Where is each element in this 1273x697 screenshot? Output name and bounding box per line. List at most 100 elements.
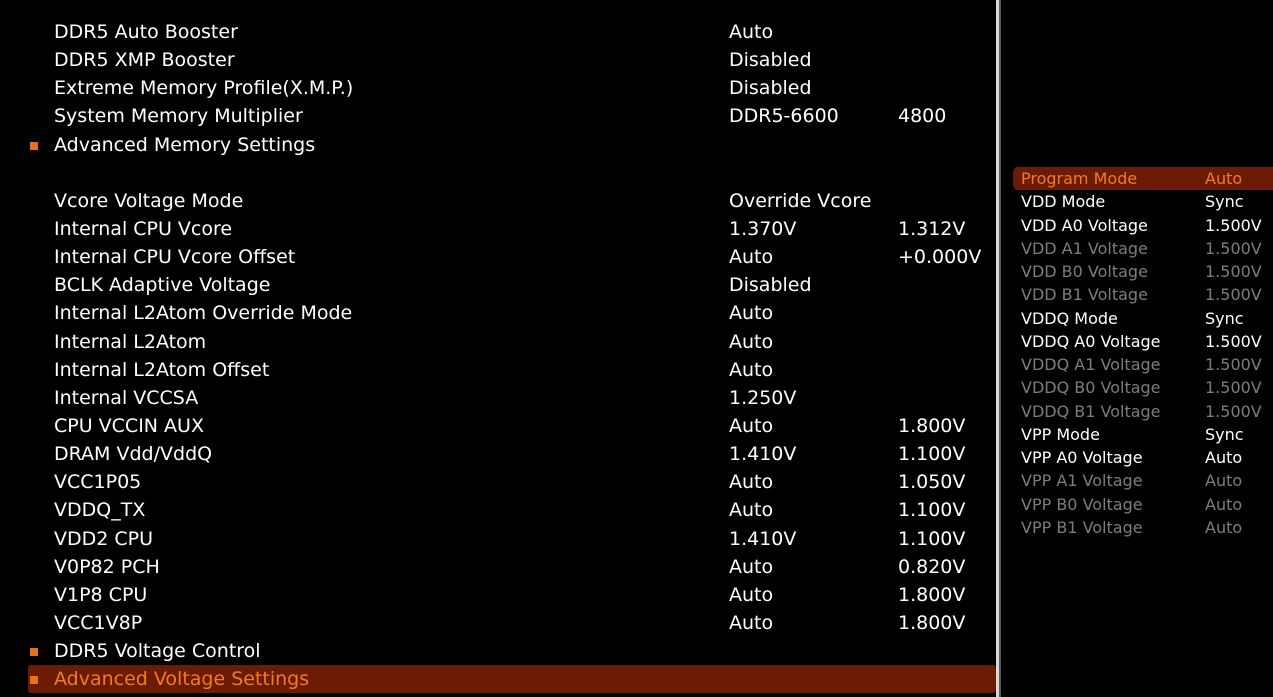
setting-current-reading: 1.100V (898, 499, 966, 522)
help-row-program-mode: Program Mode Auto (1013, 167, 1273, 191)
help-row-vdd-a1-voltage: VDD A1 Voltage 1.500V (1013, 237, 1273, 260)
setting-value[interactable]: Auto (729, 496, 773, 524)
setting-value[interactable]: Disabled (729, 271, 812, 299)
settings-list: DDR5 Auto Booster Auto DDR5 XMP Booster Dis… (0, 18, 996, 694)
setting-label: VDD2 CPU (54, 527, 154, 550)
setting-current-reading: +0.000V (898, 246, 982, 269)
panel-divider-shadow (999, 0, 1001, 697)
help-value: Sync (1205, 308, 1244, 328)
setting-row-ddr5-xmp-booster[interactable]: DDR5 XMP Booster Disabled (0, 46, 996, 74)
help-value: 1.500V (1205, 285, 1262, 305)
setting-label: DDR5 Voltage Control (54, 640, 261, 663)
submenu-ddr5-voltage-control[interactable]: DDR5 Voltage Control (0, 637, 996, 665)
setting-row-vcc1p05[interactable]: VCC1P05 Auto 1.050V (0, 468, 996, 496)
setting-value[interactable]: 1.370V (729, 215, 796, 243)
help-row-vdd-b1-voltage: VDD B1 Voltage 1.500V (1013, 283, 1273, 306)
help-label: VDDQ B0 Voltage (1021, 378, 1161, 398)
setting-label: DRAM Vdd/VddQ (54, 443, 213, 466)
setting-label: Extreme Memory Profile(X.M.P.) (54, 77, 354, 100)
help-value: 1.500V (1205, 262, 1262, 281)
setting-row-v0p82-pch[interactable]: V0P82 PCH Auto 0.820V (0, 553, 996, 581)
help-row-vpp-mode: VPP Mode Sync (1013, 423, 1273, 446)
help-value: Auto (1205, 169, 1243, 188)
setting-value[interactable]: 1.410V (729, 440, 796, 468)
setting-label: V1P8 CPU (54, 583, 148, 606)
setting-current-reading: 1.800V (898, 414, 966, 437)
help-row-vdd-mode: VDD Mode Sync (1013, 190, 1273, 213)
setting-current-reading: 0.820V (898, 555, 966, 578)
help-value: 1.500V (1205, 355, 1262, 374)
setting-value[interactable]: 1.250V (729, 384, 796, 412)
submenu-advanced-memory-settings[interactable]: Advanced Memory Settings (0, 131, 996, 159)
submenu-bullet-icon (30, 648, 38, 657)
setting-row-internal-l2atom-override-mode[interactable]: Internal L2Atom Override Mode Auto (0, 299, 996, 327)
setting-row-vdd2-cpu[interactable]: VDD2 CPU 1.410V 1.100V (0, 525, 996, 553)
setting-label: VDDQ_TX (54, 499, 146, 522)
help-row-vpp-b0-voltage: VPP B0 Voltage Auto (1013, 493, 1273, 516)
setting-row-vddq-tx[interactable]: VDDQ_TX Auto 1.100V (0, 496, 996, 524)
help-label: VPP B0 Voltage (1021, 494, 1143, 514)
help-row-vddq-b1-voltage: VDDQ B1 Voltage 1.500V (1013, 400, 1273, 423)
setting-value[interactable]: Auto (729, 581, 773, 609)
help-value: 1.500V (1205, 331, 1262, 351)
submenu-bullet-icon (30, 676, 38, 685)
help-value: Auto (1205, 448, 1243, 467)
setting-value[interactable]: Auto (729, 468, 773, 496)
setting-label: Internal CPU Vcore Offset (54, 246, 296, 269)
setting-value[interactable]: 1.410V (729, 525, 796, 553)
setting-row-v1p8-cpu[interactable]: V1P8 CPU Auto 1.800V (0, 581, 996, 609)
setting-row-extreme-memory-profile-x-m-p[interactable]: Extreme Memory Profile(X.M.P.) Disabled (0, 74, 996, 102)
help-row-vpp-b1-voltage: VPP B1 Voltage Auto (1013, 516, 1273, 539)
setting-row-internal-vccsa[interactable]: Internal VCCSA 1.250V (0, 384, 996, 412)
setting-row-internal-cpu-vcore-offset[interactable]: Internal CPU Vcore Offset Auto +0.000V (0, 243, 996, 271)
setting-row-ddr5-auto-booster[interactable]: DDR5 Auto Booster Auto (0, 18, 996, 46)
setting-current-reading: 1.100V (898, 527, 966, 550)
submenu-advanced-voltage-settings[interactable]: Advanced Voltage Settings (28, 665, 996, 694)
help-value: Sync (1205, 424, 1244, 444)
setting-row-cpu-vccin-aux[interactable]: CPU VCCIN AUX Auto 1.800V (0, 412, 996, 440)
setting-row-dram-vdd-vddq[interactable]: DRAM Vdd/VddQ 1.410V 1.100V (0, 440, 996, 468)
setting-row-vcore-voltage-mode[interactable]: Vcore Voltage Mode Override Vcore (0, 187, 996, 215)
setting-row-internal-cpu-vcore[interactable]: Internal CPU Vcore 1.370V 1.312V (0, 215, 996, 243)
help-label: VPP A1 Voltage (1021, 471, 1143, 491)
setting-value[interactable]: Auto (729, 243, 773, 271)
setting-label: Advanced Voltage Settings (54, 668, 310, 691)
setting-value[interactable]: Disabled (729, 74, 812, 102)
help-value: 1.500V (1205, 401, 1262, 421)
submenu-bullet-icon (30, 141, 38, 150)
setting-current-reading: 1.800V (898, 583, 966, 606)
help-value: Auto (1205, 517, 1243, 537)
setting-value[interactable]: Auto (729, 18, 773, 46)
help-label: VDD A0 Voltage (1021, 215, 1148, 235)
setting-row-internal-l2atom[interactable]: Internal L2Atom Auto (0, 328, 996, 356)
setting-value[interactable]: Auto (729, 356, 773, 384)
setting-value[interactable]: Disabled (729, 46, 812, 74)
help-label: VDDQ Mode (1021, 308, 1118, 328)
setting-value[interactable]: Override Vcore (729, 187, 871, 215)
setting-value[interactable]: Auto (729, 609, 773, 637)
setting-value[interactable]: DDR5-6600 (729, 102, 839, 130)
setting-row-system-memory-multiplier[interactable]: System Memory Multiplier DDR5-6600 4800 (0, 102, 996, 130)
setting-row-internal-l2atom-offset[interactable]: Internal L2Atom Offset Auto (0, 356, 996, 384)
setting-value[interactable]: Auto (729, 412, 773, 440)
help-label: VPP B1 Voltage (1021, 517, 1143, 537)
help-label: VDDQ B1 Voltage (1021, 401, 1161, 421)
help-row-vdd-b0-voltage: VDD B0 Voltage 1.500V (1013, 260, 1273, 283)
setting-label: Vcore Voltage Mode (54, 189, 244, 212)
help-row-vddq-a1-voltage: VDDQ A1 Voltage 1.500V (1013, 353, 1273, 376)
setting-row-vcc1v8p[interactable]: VCC1V8P Auto 1.800V (0, 609, 996, 637)
setting-row-bclk-adaptive-voltage[interactable]: BCLK Adaptive Voltage Disabled (0, 271, 996, 299)
setting-value[interactable]: Auto (729, 553, 773, 581)
help-label: VDDQ A1 Voltage (1021, 355, 1161, 374)
setting-label: Internal CPU Vcore (54, 217, 233, 240)
setting-label: Internal L2Atom (54, 330, 207, 353)
help-label: VDDQ A0 Voltage (1021, 331, 1161, 351)
help-label: VDD B0 Voltage (1021, 262, 1148, 281)
setting-value[interactable]: Auto (729, 328, 773, 356)
setting-label: VCC1P05 (54, 471, 142, 494)
help-label: VPP A0 Voltage (1021, 448, 1143, 467)
setting-label: Advanced Memory Settings (54, 133, 316, 156)
row-spacer (0, 159, 996, 187)
help-value: Auto (1205, 494, 1243, 514)
setting-value[interactable]: Auto (729, 299, 773, 327)
